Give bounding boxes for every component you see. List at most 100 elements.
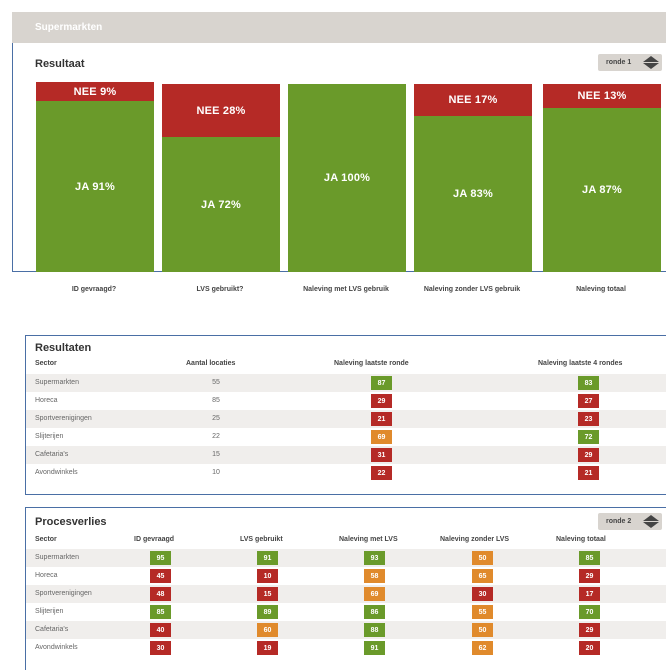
score-chip: 29 bbox=[579, 569, 600, 583]
score-chip: 62 bbox=[472, 641, 493, 655]
score-chip: 15 bbox=[257, 587, 278, 601]
score-chip: 65 bbox=[472, 569, 493, 583]
col-header-naleving-met-lvs: Naleving met LVS bbox=[339, 536, 398, 543]
up-down-arrows-icon[interactable] bbox=[643, 56, 659, 69]
table-row: Sportverenigingen 48 15 69 30 17 bbox=[26, 585, 666, 603]
col-header-naleving-zonder-lvs: Naleving zonder LVS bbox=[440, 536, 510, 543]
col-header-lvs-gebruikt: LVS gebruikt bbox=[240, 536, 283, 543]
resultaat-title: Resultaat bbox=[35, 58, 85, 70]
bar: JA 83% NEE 17% bbox=[414, 84, 532, 272]
bar-nee-segment: NEE 17% bbox=[414, 84, 532, 116]
sector-label: Horeca bbox=[35, 397, 58, 404]
score-chip: 58 bbox=[364, 569, 385, 583]
score-chip: 95 bbox=[150, 551, 171, 565]
sector-label: Supermarkten bbox=[35, 379, 79, 386]
score-chip: 29 bbox=[579, 623, 600, 637]
bar: JA 100% bbox=[288, 84, 406, 272]
score-chip: 40 bbox=[150, 623, 171, 637]
score-chip: 85 bbox=[150, 605, 171, 619]
bar-x-label: Naleving zonder LVS gebruik bbox=[423, 286, 521, 293]
col-header-laatste-4-rondes: Naleving laatste 4 rondes bbox=[538, 360, 623, 367]
score-chip: 17 bbox=[579, 587, 600, 601]
score-chip: 55 bbox=[472, 605, 493, 619]
table-row: Horeca 85 29 27 bbox=[26, 392, 666, 410]
table-row: Horeca 45 10 58 65 29 bbox=[26, 567, 666, 585]
col-header-sector: Sector bbox=[35, 536, 57, 543]
score-chip: 45 bbox=[150, 569, 171, 583]
bar-x-label: Naleving met LVS gebruik bbox=[303, 286, 389, 293]
score-chip: 93 bbox=[364, 551, 385, 565]
score-chip: 85 bbox=[579, 551, 600, 565]
sector-label: Sportverenigingen bbox=[35, 590, 92, 597]
col-header-naleving-totaal: Naleving totaal bbox=[556, 536, 606, 543]
procesverlies-title: Procesverlies bbox=[35, 516, 107, 528]
bar: JA 72% NEE 28% bbox=[162, 84, 280, 272]
sector-label: Cafetaria's bbox=[35, 451, 69, 458]
procesverlies-table: Procesverlies ronde 2 Sector ID gevraagd… bbox=[25, 507, 666, 670]
score-chip: 48 bbox=[150, 587, 171, 601]
bar-ja-segment: JA 72% bbox=[162, 137, 280, 272]
score-chip: 21 bbox=[578, 466, 599, 480]
col-header-sector: Sector bbox=[35, 360, 57, 367]
bar: JA 87% NEE 13% bbox=[543, 84, 661, 272]
ronde-selector-2[interactable]: ronde 2 bbox=[598, 513, 662, 530]
ronde-selector-1[interactable]: ronde 1 bbox=[598, 54, 662, 71]
table-row: Slijterijen 22 69 72 bbox=[26, 428, 666, 446]
table-row: Supermarkten 95 91 93 50 85 bbox=[26, 549, 666, 567]
score-chip: 19 bbox=[257, 641, 278, 655]
col-header-laatste-ronde: Naleving laatste ronde bbox=[334, 360, 409, 367]
bar-x-label: Naleving totaal bbox=[576, 286, 626, 293]
score-chip: 69 bbox=[364, 587, 385, 601]
bar-nee-segment: NEE 9% bbox=[36, 82, 154, 101]
score-chip: 30 bbox=[472, 587, 493, 601]
table-row: Cafetaria's 40 60 88 50 29 bbox=[26, 621, 666, 639]
score-chip: 20 bbox=[579, 641, 600, 655]
score-chip: 27 bbox=[578, 394, 599, 408]
resultaten-table: Resultaten Sector Aantal locaties Nalevi… bbox=[25, 335, 666, 495]
sector-label: Avondwinkels bbox=[35, 644, 78, 651]
ronde-label: ronde 1 bbox=[606, 59, 632, 66]
score-chip: 31 bbox=[371, 448, 392, 462]
table-row: Avondwinkels 10 22 21 bbox=[26, 464, 666, 482]
bar-ja-segment: JA 100% bbox=[288, 84, 406, 272]
score-chip: 30 bbox=[150, 641, 171, 655]
score-chip: 72 bbox=[578, 430, 599, 444]
aantal-locaties: 25 bbox=[212, 415, 220, 422]
aantal-locaties: 55 bbox=[212, 379, 220, 386]
sector-label: Supermarkten bbox=[35, 554, 79, 561]
score-chip: 69 bbox=[371, 430, 392, 444]
sector-label: Slijterijen bbox=[35, 433, 64, 440]
table-row: Avondwinkels 30 19 91 62 20 bbox=[26, 639, 666, 657]
up-down-arrows-icon[interactable] bbox=[643, 515, 659, 528]
score-chip: 23 bbox=[578, 412, 599, 426]
col-header-locaties: Aantal locaties bbox=[186, 360, 236, 367]
bar-ja-segment: JA 83% bbox=[414, 116, 532, 272]
bar: JA 91% NEE 9% bbox=[36, 82, 154, 272]
score-chip: 86 bbox=[364, 605, 385, 619]
sector-label: Horeca bbox=[35, 572, 58, 579]
bar-x-label: ID gevraagd? bbox=[71, 286, 117, 293]
bar-ja-segment: JA 87% bbox=[543, 108, 661, 272]
score-chip: 50 bbox=[472, 623, 493, 637]
table-row: Sportverenigingen 25 21 23 bbox=[26, 410, 666, 428]
score-chip: 22 bbox=[371, 466, 392, 480]
resultaten-title: Resultaten bbox=[35, 342, 92, 354]
score-chip: 89 bbox=[257, 605, 278, 619]
resultaat-panel: Resultaat ronde 1 JA 91% NEE 9% JA 72% NEE … bbox=[12, 43, 666, 272]
score-chip: 10 bbox=[257, 569, 278, 583]
aantal-locaties: 15 bbox=[212, 451, 220, 458]
score-chip: 88 bbox=[364, 623, 385, 637]
score-chip: 91 bbox=[364, 641, 385, 655]
col-header-id-gevraagd: ID gevraagd bbox=[134, 536, 175, 543]
score-chip: 50 bbox=[472, 551, 493, 565]
bar-ja-segment: JA 91% bbox=[36, 101, 154, 272]
bar-nee-segment: NEE 13% bbox=[543, 84, 661, 108]
table-row: Slijterijen 85 89 86 55 70 bbox=[26, 603, 666, 621]
score-chip: 91 bbox=[257, 551, 278, 565]
table-row: Cafetaria's 15 31 29 bbox=[26, 446, 666, 464]
score-chip: 29 bbox=[578, 448, 599, 462]
header-title: Supermarkten bbox=[35, 22, 103, 33]
sector-label: Sportverenigingen bbox=[35, 415, 92, 422]
sector-label: Cafetaria's bbox=[35, 626, 69, 633]
score-chip: 21 bbox=[371, 412, 392, 426]
